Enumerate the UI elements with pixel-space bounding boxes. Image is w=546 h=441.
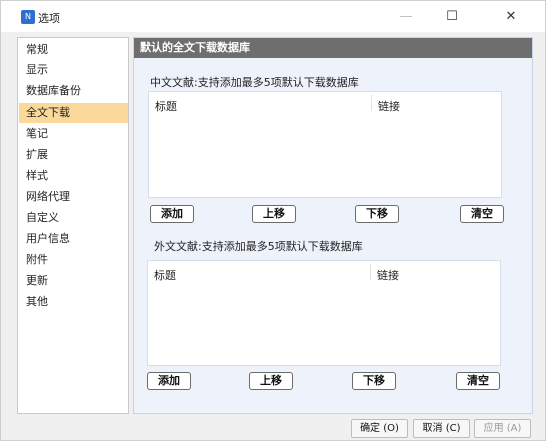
apply-button[interactable]: 应用 (A) <box>474 419 531 438</box>
foreign-section-label: 外文文献:支持添加最多5项默认下载数据库 <box>154 240 363 253</box>
minimize-button[interactable]: — <box>386 1 426 32</box>
sidebar-item-network-proxy[interactable]: 网络代理 <box>19 187 128 207</box>
sidebar-item-attachments[interactable]: 附件 <box>19 250 128 270</box>
options-sidebar: 常规 显示 数据库备份 全文下载 笔记 扩展 样式 网络代理 自定义 用户信息 … <box>17 37 129 414</box>
foreign-move-down-button[interactable]: 下移 <box>352 372 396 390</box>
foreign-move-up-button[interactable]: 上移 <box>249 372 293 390</box>
foreign-add-button[interactable]: 添加 <box>147 372 191 390</box>
chinese-link-column-header[interactable]: 链接 <box>378 98 400 114</box>
chinese-section-label: 中文文献:支持添加最多5项默认下载数据库 <box>150 76 359 89</box>
sidebar-item-database-backup[interactable]: 数据库备份 <box>19 81 128 101</box>
options-window: N 选项 — ☐ ✕ 常规 显示 数据库备份 全文下载 笔记 扩展 样式 网络代… <box>0 0 546 441</box>
sidebar-item-other[interactable]: 其他 <box>19 292 128 312</box>
sidebar-item-styles[interactable]: 样式 <box>19 166 128 186</box>
foreign-database-list[interactable]: 标题 链接 <box>147 260 501 366</box>
sidebar-item-fulltext-download[interactable]: 全文下载 <box>19 103 128 123</box>
sidebar-item-display[interactable]: 显示 <box>19 60 128 80</box>
chinese-move-down-button[interactable]: 下移 <box>355 205 399 223</box>
foreign-link-column-header[interactable]: 链接 <box>377 267 399 283</box>
chinese-add-button[interactable]: 添加 <box>150 205 194 223</box>
chinese-move-up-button[interactable]: 上移 <box>252 205 296 223</box>
ok-button[interactable]: 确定 (O) <box>351 419 408 438</box>
maximize-button[interactable]: ☐ <box>432 1 472 32</box>
panel-header: 默认的全文下载数据库 <box>134 38 532 58</box>
cancel-button[interactable]: 取消 (C) <box>413 419 470 438</box>
sidebar-item-general[interactable]: 常规 <box>19 40 128 60</box>
title-bar: N 选项 — ☐ ✕ <box>1 1 545 32</box>
sidebar-item-extensions[interactable]: 扩展 <box>19 145 128 165</box>
sidebar-item-custom[interactable]: 自定义 <box>19 208 128 228</box>
foreign-clear-button[interactable]: 清空 <box>456 372 500 390</box>
chinese-database-list[interactable]: 标题 链接 <box>148 91 502 198</box>
sidebar-item-notes[interactable]: 笔记 <box>19 124 128 144</box>
chinese-title-column-header[interactable]: 标题 <box>155 98 177 114</box>
fulltext-download-panel: 默认的全文下载数据库 中文文献:支持添加最多5项默认下载数据库 标题 链接 添加… <box>133 37 533 414</box>
column-divider <box>370 264 371 280</box>
sidebar-item-update[interactable]: 更新 <box>19 271 128 291</box>
window-title: 选项 <box>38 12 60 25</box>
foreign-title-column-header[interactable]: 标题 <box>154 267 176 283</box>
sidebar-item-user-info[interactable]: 用户信息 <box>19 229 128 249</box>
column-divider <box>371 95 372 111</box>
close-button[interactable]: ✕ <box>491 1 531 32</box>
app-logo-icon: N <box>21 10 35 24</box>
chinese-clear-button[interactable]: 清空 <box>460 205 504 223</box>
